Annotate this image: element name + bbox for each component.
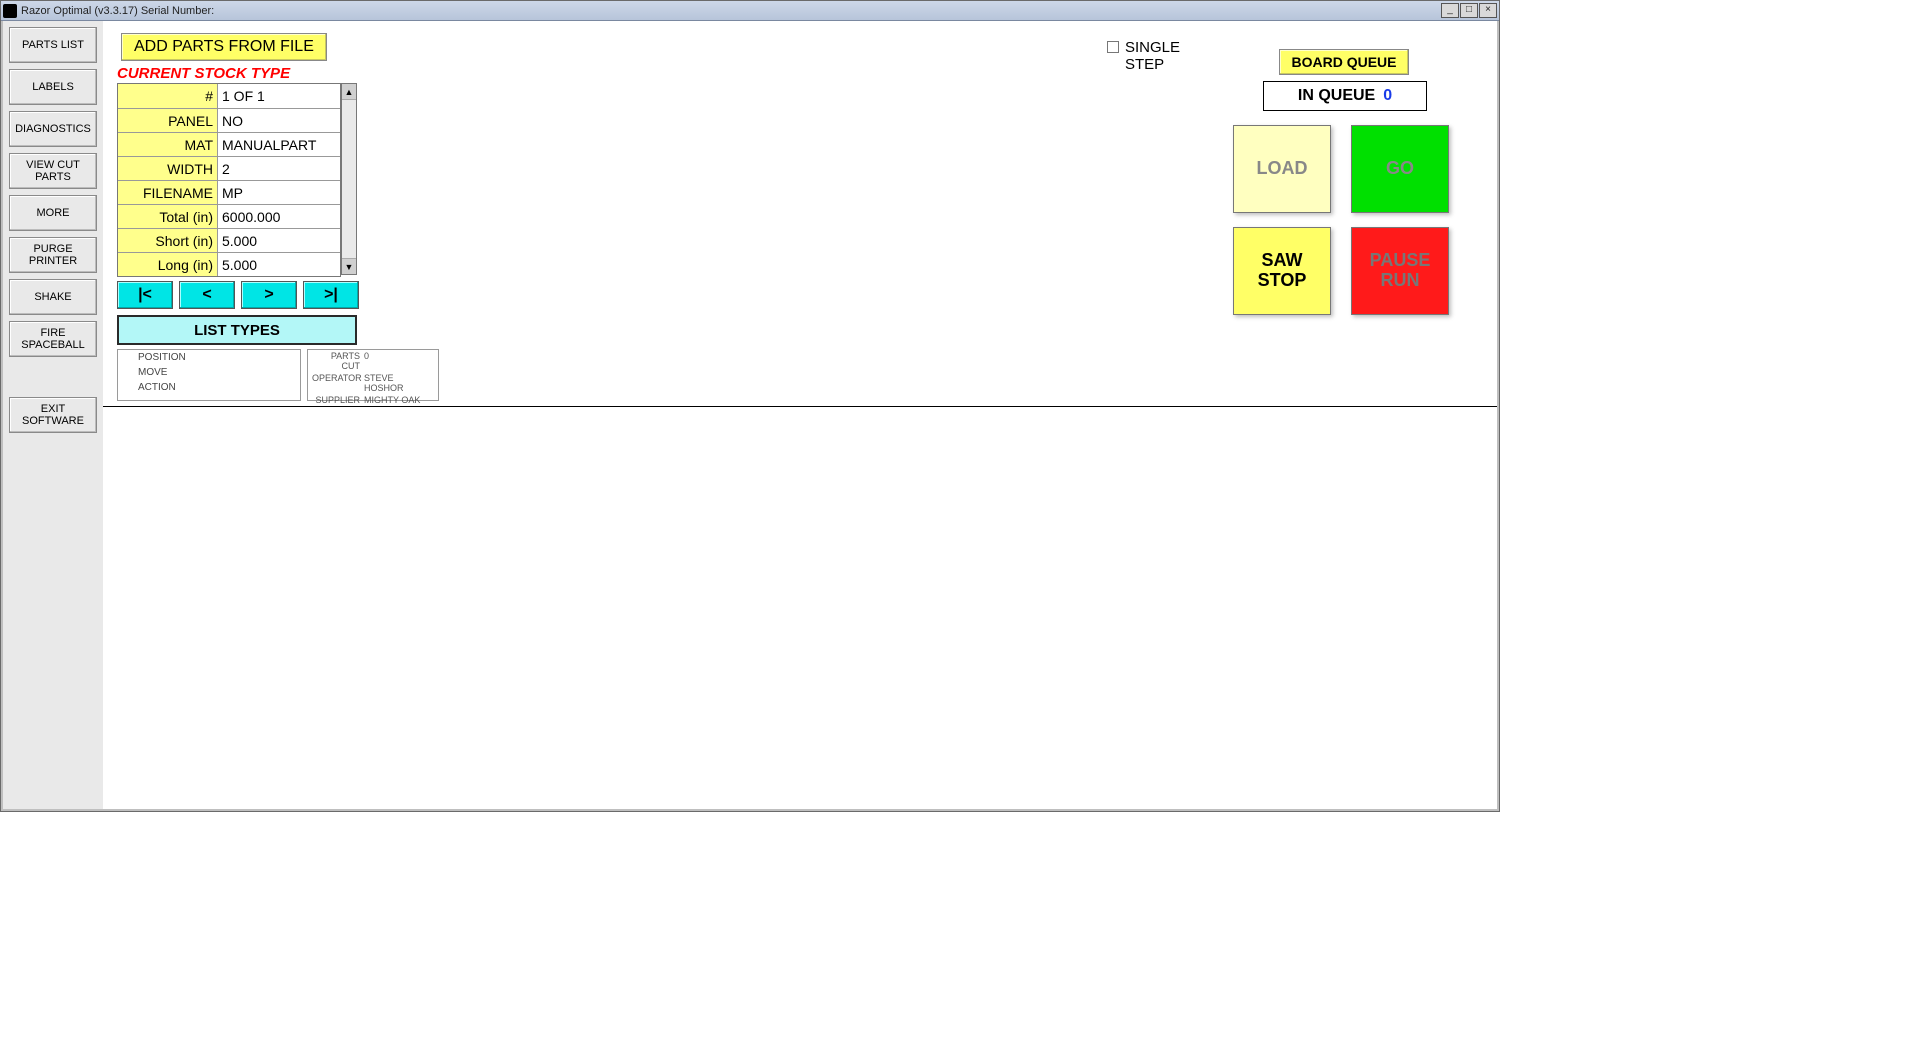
- fire-spaceball-button[interactable]: FIRE SPACEBALL: [9, 321, 97, 357]
- minimize-button[interactable]: _: [1441, 3, 1459, 18]
- stock-table-scrollbar[interactable]: ▲ ▼: [341, 83, 357, 275]
- stock-value[interactable]: MANUALPART: [218, 133, 340, 156]
- current-stock-type-heading: CURRENT STOCK TYPE: [117, 65, 290, 82]
- stock-value[interactable]: NO: [218, 109, 340, 132]
- status-move-label: MOVE: [118, 365, 300, 380]
- in-queue-box: IN QUEUE 0: [1263, 81, 1427, 111]
- operator-label: OPERATOR: [312, 373, 364, 393]
- pause-run-button[interactable]: PAUSE RUN: [1351, 227, 1449, 315]
- in-queue-label: IN QUEUE: [1298, 87, 1375, 105]
- diagnostics-button[interactable]: DIAGNOSTICS: [9, 111, 97, 147]
- nav-next-button[interactable]: >: [241, 281, 297, 309]
- add-parts-from-file-button[interactable]: ADD PARTS FROM FILE: [121, 33, 327, 61]
- stock-row-short: Short (in) 5.000: [118, 228, 340, 252]
- single-step-toggle[interactable]: SINGLE STEP: [1107, 39, 1180, 73]
- main-panel: ADD PARTS FROM FILE CURRENT STOCK TYPE #…: [103, 21, 1497, 809]
- in-queue-value: 0: [1383, 87, 1392, 105]
- stock-label: Short (in): [118, 229, 218, 252]
- stock-value[interactable]: 5.000: [218, 253, 340, 276]
- labels-button[interactable]: LABELS: [9, 69, 97, 105]
- parts-cut-value: 0: [364, 351, 434, 371]
- status-left: POSITION MOVE ACTION: [117, 349, 301, 401]
- more-button[interactable]: MORE: [9, 195, 97, 231]
- close-button[interactable]: ×: [1479, 3, 1497, 18]
- titlebar: Razor Optimal (v3.3.17) Serial Number: _…: [1, 1, 1499, 21]
- saw-stop-button[interactable]: SAW STOP: [1233, 227, 1331, 315]
- app-window: Razor Optimal (v3.3.17) Serial Number: _…: [0, 0, 1500, 812]
- parts-cut-label: PARTS CUT: [312, 351, 364, 371]
- body-area: PARTS LIST LABELS DIAGNOSTICS VIEW CUT P…: [1, 21, 1499, 811]
- view-cut-parts-button[interactable]: VIEW CUT PARTS: [9, 153, 97, 189]
- nav-last-button[interactable]: >|: [303, 281, 359, 309]
- stock-value[interactable]: 6000.000: [218, 205, 340, 228]
- status-position-label: POSITION: [118, 350, 300, 365]
- status-action-label: ACTION: [118, 380, 300, 395]
- nav-prev-button[interactable]: <: [179, 281, 235, 309]
- board-queue-button[interactable]: BOARD QUEUE: [1279, 49, 1409, 75]
- window-title: Razor Optimal (v3.3.17) Serial Number:: [21, 5, 214, 17]
- exit-software-button[interactable]: EXIT SOFTWARE: [9, 397, 97, 433]
- operator-value: STEVE HOSHOR: [364, 373, 434, 393]
- stock-label: WIDTH: [118, 157, 218, 180]
- stock-label: FILENAME: [118, 181, 218, 204]
- supplier-label: SUPPLIER: [312, 395, 364, 405]
- stock-row-long: Long (in) 5.000: [118, 252, 340, 276]
- stock-row-total: Total (in) 6000.000: [118, 204, 340, 228]
- stock-row-mat: MAT MANUALPART: [118, 132, 340, 156]
- nav-first-button[interactable]: |<: [117, 281, 173, 309]
- stock-label: MAT: [118, 133, 218, 156]
- scroll-down-icon[interactable]: ▼: [342, 258, 356, 274]
- stock-row-width: WIDTH 2: [118, 156, 340, 180]
- load-button[interactable]: LOAD: [1233, 125, 1331, 213]
- purge-printer-button[interactable]: PURGE PRINTER: [9, 237, 97, 273]
- go-button[interactable]: GO: [1351, 125, 1449, 213]
- single-step-checkbox[interactable]: [1107, 41, 1119, 53]
- stock-label: Total (in): [118, 205, 218, 228]
- stock-row-number: # 1 OF 1: [118, 84, 340, 108]
- stock-label: #: [118, 84, 218, 108]
- stock-row-panel: PANEL NO: [118, 108, 340, 132]
- stock-value[interactable]: 2: [218, 157, 340, 180]
- stock-value[interactable]: 1 OF 1: [218, 84, 340, 108]
- action-button-grid: LOAD GO SAW STOP PAUSE RUN: [1233, 125, 1449, 315]
- stock-label: Long (in): [118, 253, 218, 276]
- parts-list-button[interactable]: PARTS LIST: [9, 27, 97, 63]
- stock-table: # 1 OF 1 PANEL NO MAT MANUALPART WIDTH 2…: [117, 83, 341, 277]
- nav-buttons: |< < > >|: [117, 281, 359, 309]
- single-step-label: SINGLE STEP: [1125, 39, 1180, 73]
- stock-label: PANEL: [118, 109, 218, 132]
- app-icon: [3, 4, 17, 18]
- list-types-button[interactable]: LIST TYPES: [117, 315, 357, 345]
- scroll-up-icon[interactable]: ▲: [342, 84, 356, 100]
- sidebar: PARTS LIST LABELS DIAGNOSTICS VIEW CUT P…: [3, 21, 103, 809]
- status-right: PARTS CUT0 OPERATORSTEVE HOSHOR SUPPLIER…: [307, 349, 439, 401]
- divider-line: [103, 406, 1497, 407]
- maximize-button[interactable]: □: [1460, 3, 1478, 18]
- stock-value[interactable]: 5.000: [218, 229, 340, 252]
- stock-value[interactable]: MP: [218, 181, 340, 204]
- shake-button[interactable]: SHAKE: [9, 279, 97, 315]
- stock-row-filename: FILENAME MP: [118, 180, 340, 204]
- supplier-value: MIGHTY OAK: [364, 395, 434, 405]
